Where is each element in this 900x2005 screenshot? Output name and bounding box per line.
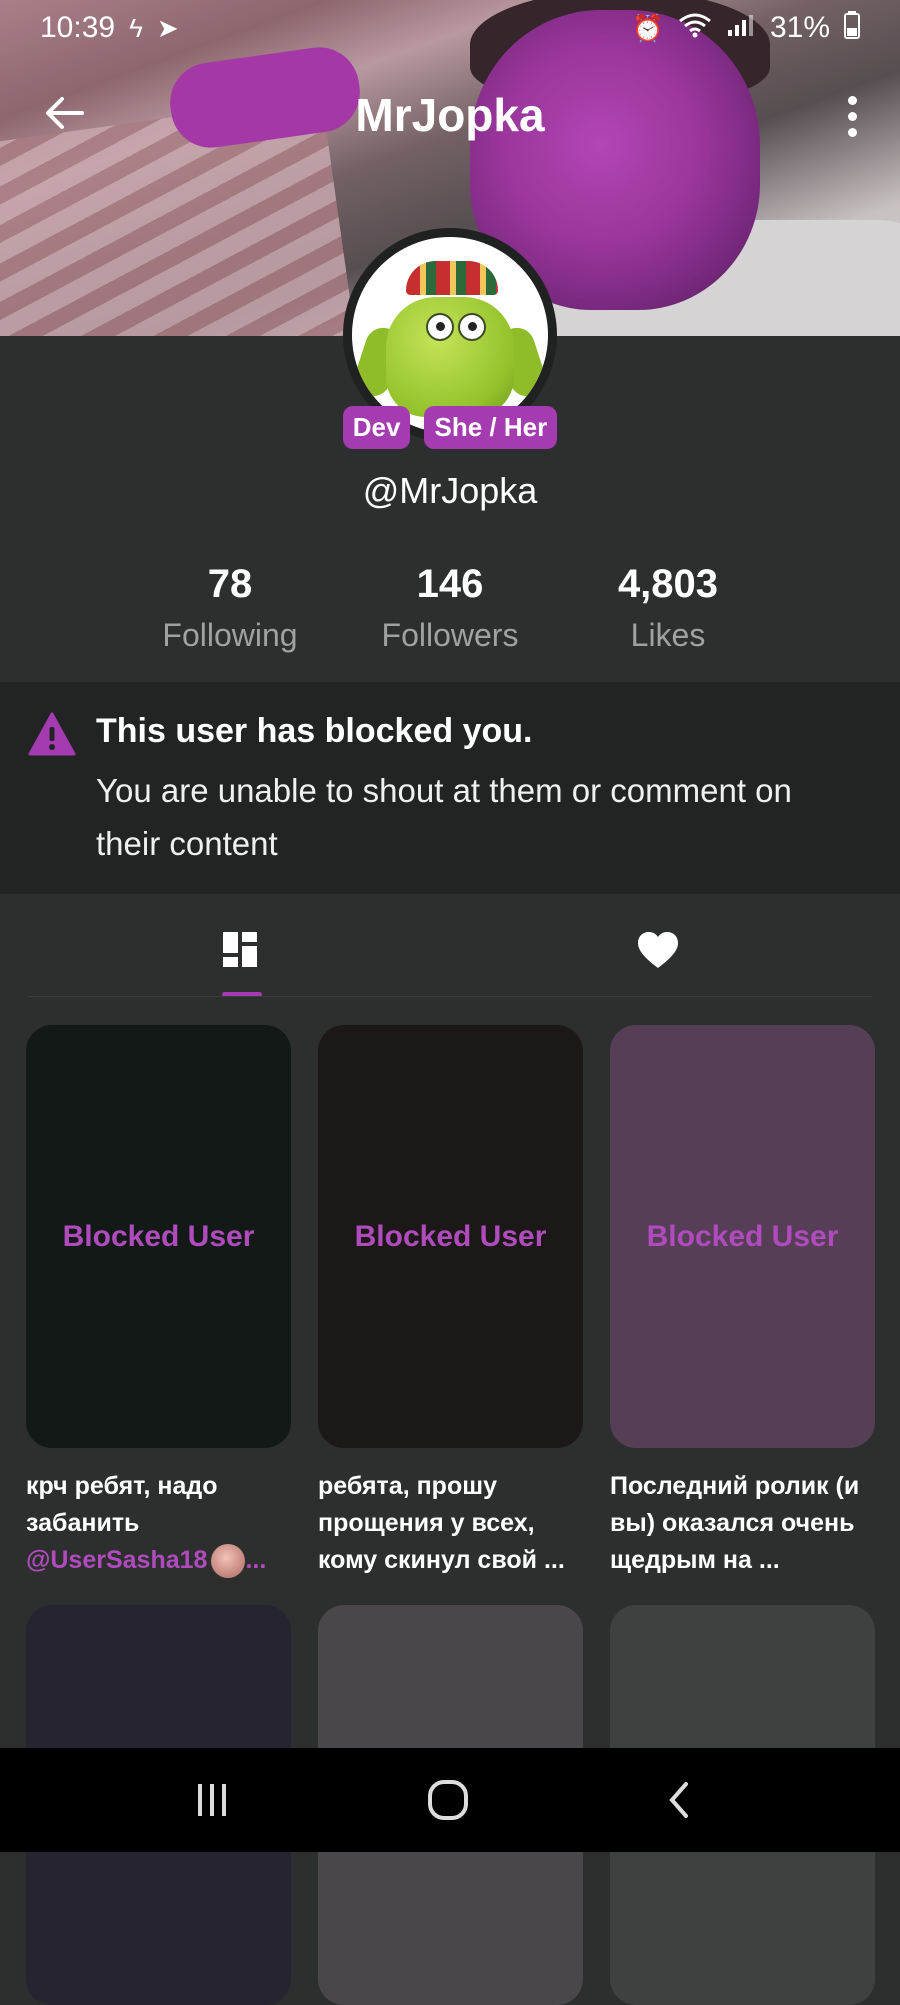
blocked-user-label: Blocked User [646, 1219, 839, 1253]
lightning-icon: ϟ [129, 12, 143, 43]
dev-badge: Dev [342, 406, 411, 449]
mention-avatar [211, 1544, 246, 1579]
blocked-notice-description: You are unable to shout at them or comme… [96, 772, 792, 862]
post-caption-2: ребята, прошу прощения у всех, кому скин… [318, 1472, 565, 1574]
post-card-2[interactable]: Blocked User [318, 1025, 583, 1448]
battery-icon [844, 10, 860, 46]
post-caption-3: Последний ролик (и вы) оказался очень ще… [610, 1472, 860, 1574]
post-caption-1: крч ребят, надо забанить @UserSasha18... [26, 1468, 294, 1579]
telegram-icon: ➤ [156, 12, 179, 43]
battery-percent: 31% [769, 11, 830, 44]
status-bar: 10:39 ϟ ➤ ⏰ 31% [0, 0, 900, 56]
stat-likes: 4,803 Likes [558, 562, 778, 654]
home-icon[interactable] [408, 1770, 488, 1830]
stat-label: Followers [381, 617, 519, 653]
signal-icon [726, 12, 756, 45]
profile-badges: Dev She / Her [0, 406, 900, 449]
profile-stats: 78 Following 146 Followers 4,803 Likes [0, 562, 900, 672]
page-title: MrJopka [355, 89, 545, 141]
post-card-3[interactable]: Blocked User [610, 1025, 875, 1448]
stat-label: Following [162, 617, 298, 653]
alarm-icon: ⏰ [631, 12, 664, 43]
system-navigation-bar [0, 1748, 900, 1852]
profile-tabs [0, 896, 900, 998]
caption-text: крч ребят, надо забанить [26, 1472, 218, 1537]
stat-label: Likes [630, 617, 706, 653]
back-nav-icon[interactable] [640, 1770, 720, 1830]
more-options-icon[interactable] [824, 90, 880, 142]
stat-value: 146 [416, 562, 484, 606]
pronouns-badge: She / Her [424, 406, 558, 449]
username-handle: @MrJopka [362, 470, 538, 511]
post-card-1[interactable]: Blocked User [26, 1025, 291, 1448]
blocked-notice-title: This user has blocked you. [96, 712, 533, 750]
top-app-bar: MrJopka [0, 80, 900, 150]
wifi-icon [678, 12, 712, 45]
stat-followers[interactable]: 146 Followers [340, 562, 560, 654]
mention-link[interactable]: @UserSasha18 [26, 1546, 207, 1574]
recent-apps-icon[interactable] [172, 1770, 252, 1830]
heart-icon[interactable] [628, 922, 688, 982]
warning-icon [28, 712, 76, 756]
stat-following[interactable]: 78 Following [120, 562, 340, 654]
blocked-user-label: Blocked User [62, 1219, 255, 1253]
blocked-user-label: Blocked User [354, 1219, 547, 1253]
stat-value: 4,803 [617, 562, 719, 606]
blocked-notice: This user has blocked you. You are unabl… [0, 682, 900, 894]
stat-value: 78 [207, 562, 253, 606]
clock: 10:39 [40, 11, 116, 44]
posts-grid-icon[interactable] [212, 922, 272, 982]
